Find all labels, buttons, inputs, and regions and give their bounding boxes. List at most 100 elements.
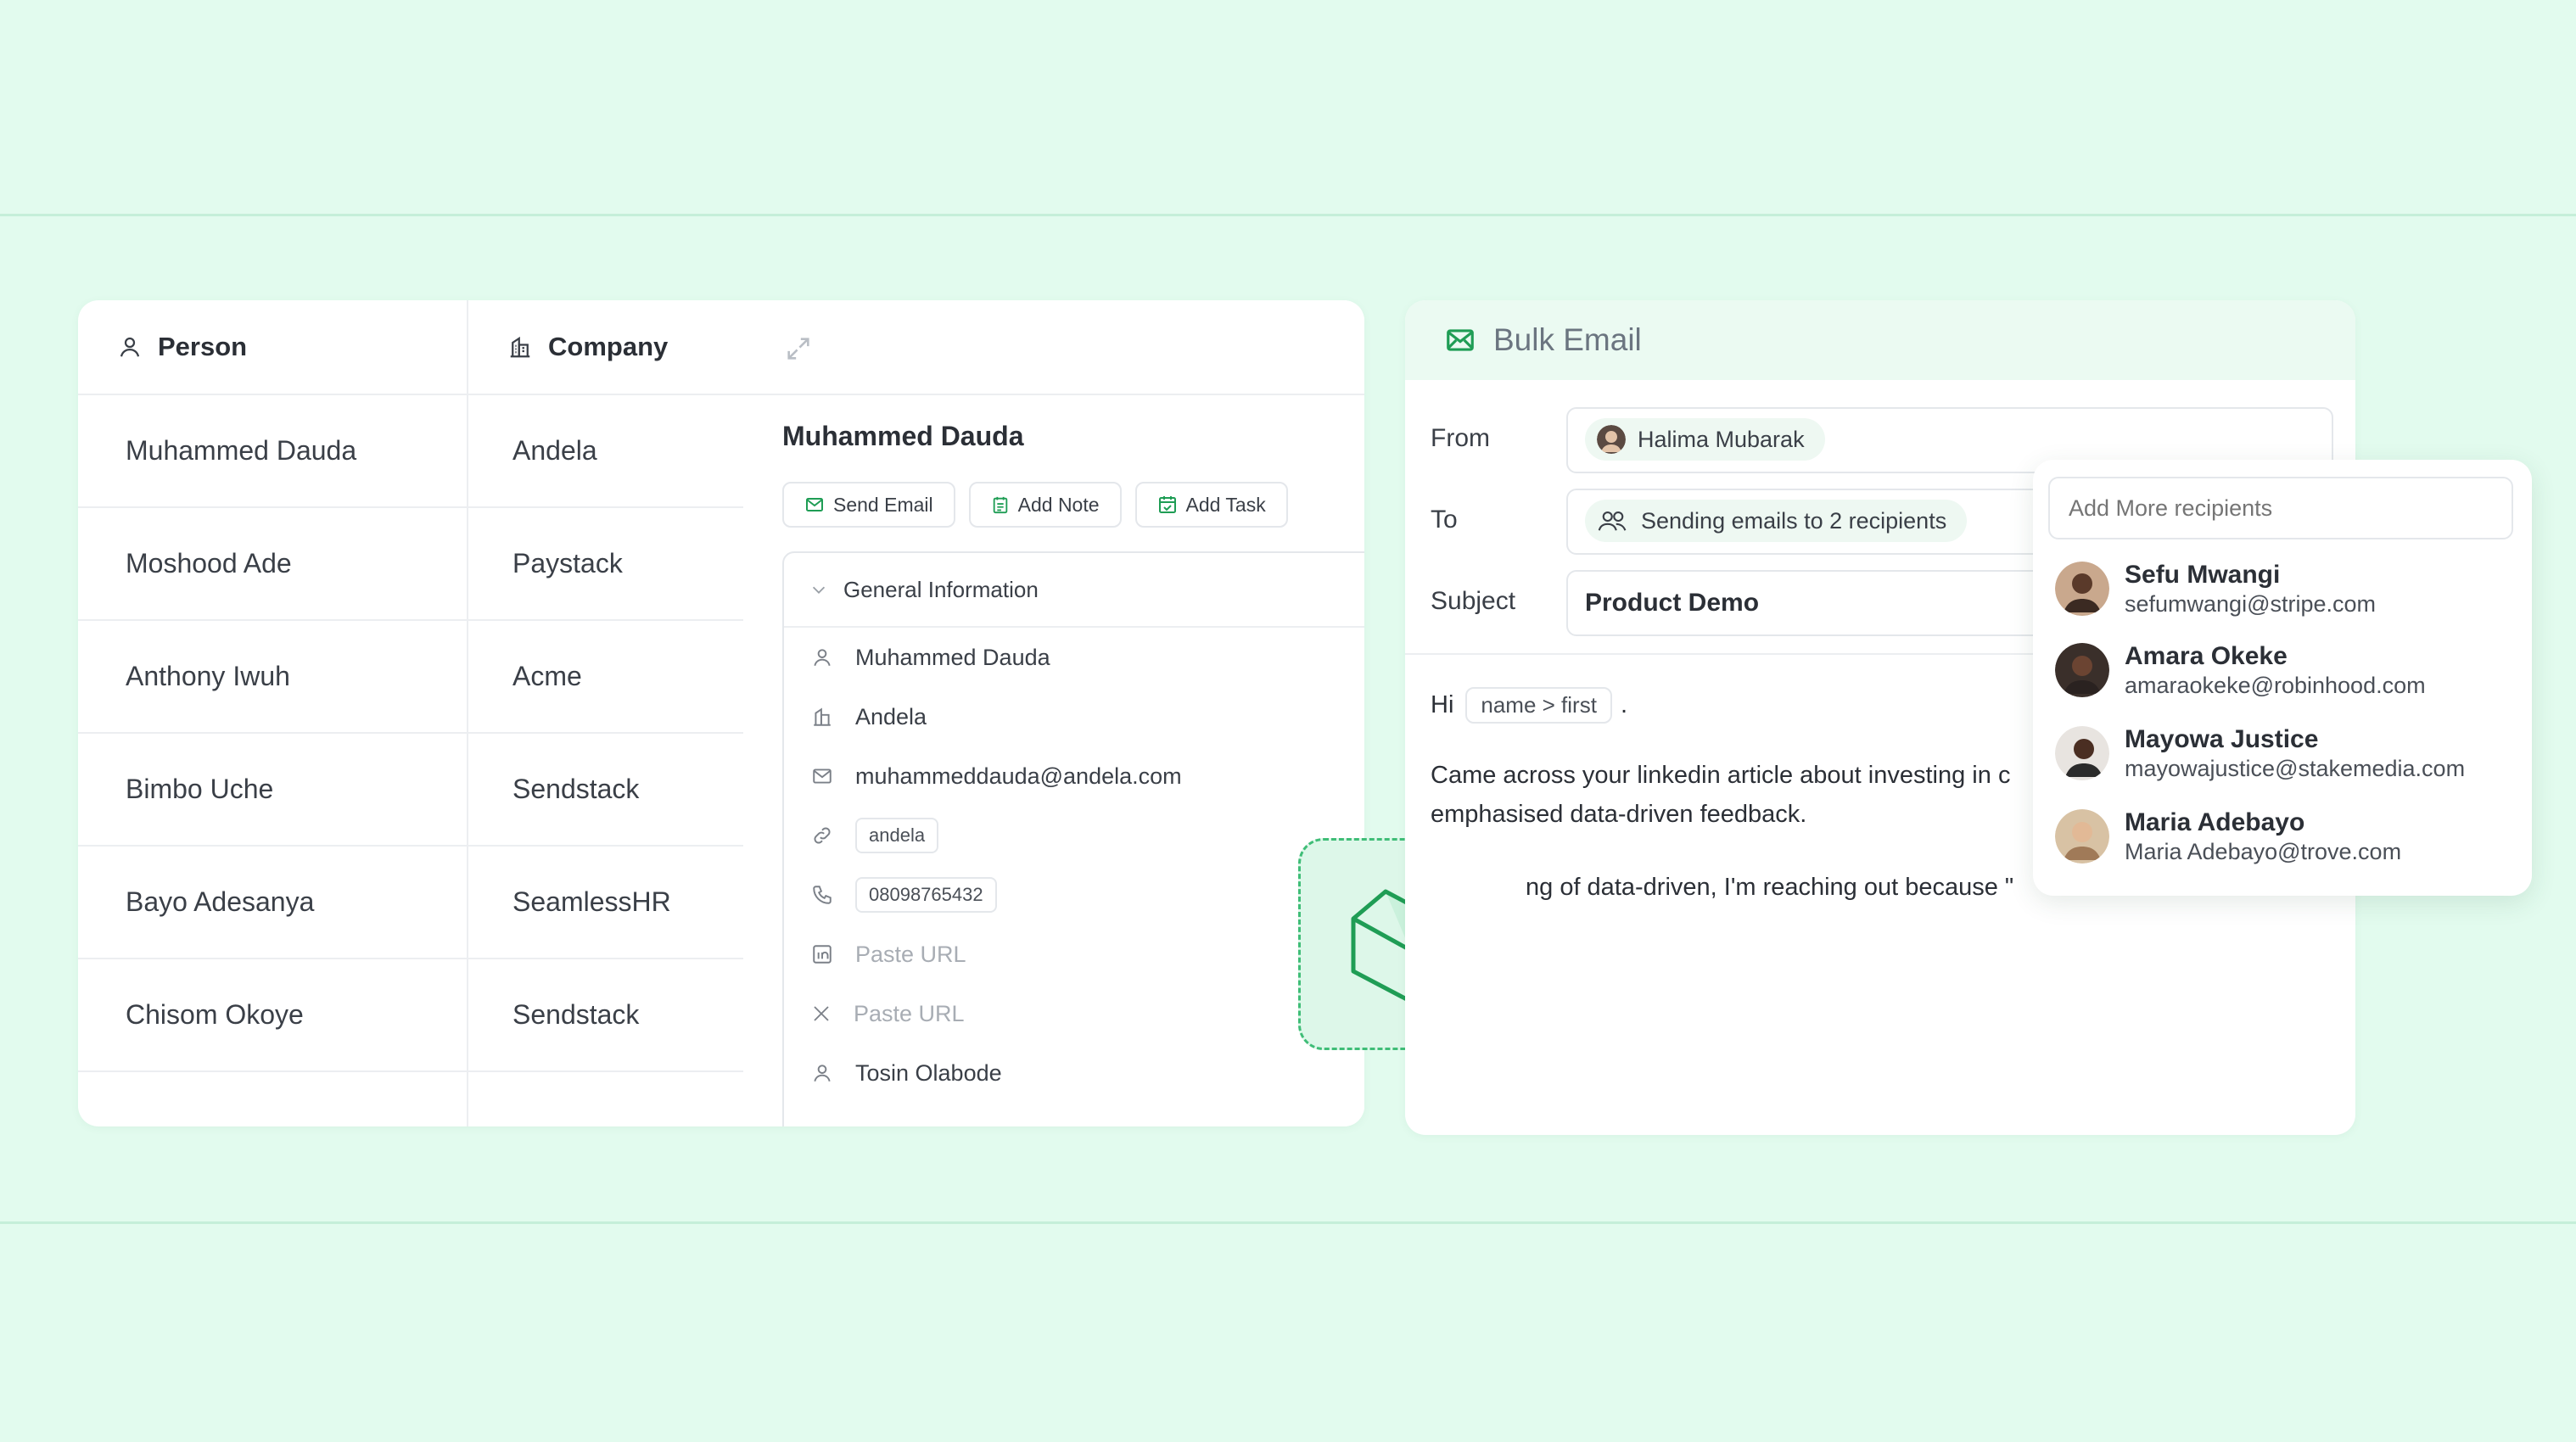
bulk-email-header: Bulk Email: [1405, 300, 2355, 380]
email-body-greeting-line[interactable]: Hi name > first.: [1431, 687, 1627, 724]
table-row-company[interactable]: Sendstack: [468, 959, 743, 1072]
recipient-name: Maria Adebayo: [2125, 808, 2305, 836]
email-body-line-1[interactable]: Came across your linkedin article about …: [1431, 762, 2010, 790]
avatar: [2055, 809, 2109, 864]
recipient-name: Amara Okeke: [2125, 641, 2288, 670]
person-header-label: Person: [158, 332, 248, 361]
add-task-label: Add Task: [1185, 493, 1266, 516]
person-cell: Anthony Iwuh: [126, 661, 290, 691]
table-row-person[interactable]: Bayo Adesanya: [78, 847, 467, 959]
table-row-person[interactable]: Chisom Okoye: [78, 959, 467, 1072]
field-phone-value: 08098765432: [855, 877, 997, 913]
field-owner[interactable]: Tosin Olabode: [784, 1043, 1364, 1103]
recipient-name: Mayowa Justice: [2125, 724, 2319, 753]
table-row-company[interactable]: Andela: [468, 395, 743, 508]
contacts-table-card: Person Muhammed Dauda Moshood Ade Anthon…: [78, 300, 1364, 1126]
add-task-button[interactable]: Add Task: [1134, 482, 1288, 528]
field-name-value: Muhammed Dauda: [855, 644, 1050, 670]
subject-value: Product Demo: [1585, 589, 1760, 617]
recipient-email: mayowajustice@stakemedia.com: [2125, 755, 2466, 781]
mail-icon: [806, 498, 823, 511]
field-linkedin[interactable]: Paste URL: [784, 925, 1364, 984]
add-recipients-dropdown: Sefu Mwangi sefumwangi@stripe.com Amara …: [2033, 460, 2532, 896]
company-cell: SeamlessHR: [512, 886, 671, 917]
greeting-end: .: [1620, 691, 1628, 718]
person-cell: Bimbo Uche: [126, 774, 274, 804]
avatar: [1597, 425, 1626, 454]
recipient-email: Maria Adebayo@trove.com: [2125, 838, 2402, 864]
subject-label: Subject: [1431, 587, 1516, 615]
contact-detail-panel: Muhammed Dauda Send Email Add Note Add T…: [743, 300, 1364, 1126]
contact-name-title: Muhammed Dauda: [782, 421, 1024, 451]
table-row-person[interactable]: Muhammed Dauda: [78, 395, 467, 508]
add-note-label: Add Note: [1017, 493, 1100, 516]
person-cell: Moshood Ade: [126, 548, 292, 578]
from-label: From: [1431, 424, 1490, 452]
users-icon: [1598, 511, 1627, 531]
company-cell: Sendstack: [512, 999, 640, 1030]
email-body-line-2[interactable]: emphasised data-driven feedback.: [1431, 801, 1806, 829]
from-sender-chip[interactable]: Halima Mubarak: [1585, 418, 1825, 461]
bottom-divider-line: [0, 1221, 2576, 1224]
avatar: [2055, 562, 2109, 616]
recipients-chip[interactable]: Sending emails to 2 recipients: [1585, 500, 1968, 542]
expand-icon[interactable]: [784, 334, 813, 363]
general-information-section: General Information Muhammed Dauda Andel…: [782, 551, 1364, 1126]
greeting-text: Hi: [1431, 691, 1454, 718]
company-column-header[interactable]: Company: [468, 300, 743, 395]
to-label: To: [1431, 506, 1458, 534]
field-name[interactable]: Muhammed Dauda: [784, 628, 1364, 687]
company-column: Company Andela Paystack Acme Sendstack S…: [468, 300, 743, 1126]
person-cell: Chisom Okoye: [126, 999, 304, 1030]
person-column-header[interactable]: Person: [78, 300, 467, 395]
chevron-down-icon: [812, 586, 826, 594]
recipient-email: amaraokeke@robinhood.com: [2125, 672, 2426, 698]
table-row-person[interactable]: Bimbo Uche: [78, 734, 467, 847]
table-row-person[interactable]: Moshood Ade: [78, 508, 467, 621]
linkedin-icon: [813, 945, 832, 964]
field-phone[interactable]: 08098765432: [784, 865, 1364, 925]
email-body-line-3[interactable]: ng of data-driven, I'm reaching out beca…: [1526, 874, 2013, 902]
person-icon: [120, 337, 140, 357]
company-header-label: Company: [548, 332, 669, 361]
table-row-company[interactable]: Acme: [468, 621, 743, 734]
building-icon: [814, 707, 831, 726]
general-information-header[interactable]: General Information: [784, 553, 1364, 628]
table-row-company[interactable]: Sendstack: [468, 734, 743, 847]
recipient-option[interactable]: Amara Okeke amaraokeke@robinhood.com: [2055, 634, 2426, 706]
recipients-summary: Sending emails to 2 recipients: [1641, 507, 1947, 534]
x-logo-icon: [814, 1006, 829, 1021]
company-cell: Sendstack: [512, 774, 640, 804]
table-row-company[interactable]: Paystack: [468, 508, 743, 621]
person-cell: Muhammed Dauda: [126, 435, 357, 466]
name-variable-chip[interactable]: name > first: [1465, 687, 1612, 724]
recipient-option[interactable]: Maria Adebayo Maria Adebayo@trove.com: [2055, 801, 2401, 872]
field-email-value: muhammeddauda@andela.com: [855, 763, 1182, 789]
table-row-person[interactable]: Anthony Iwuh: [78, 621, 467, 734]
field-linkedin-placeholder: Paste URL: [855, 941, 966, 967]
phone-icon: [813, 886, 832, 904]
send-email-button[interactable]: Send Email: [782, 482, 955, 528]
add-recipients-input[interactable]: [2048, 477, 2513, 539]
link-icon: [814, 827, 831, 844]
mail-icon: [813, 769, 832, 784]
add-note-button[interactable]: Add Note: [968, 482, 1122, 528]
field-x[interactable]: Paste URL: [784, 984, 1364, 1043]
top-divider-line: [0, 214, 2576, 216]
recipient-option[interactable]: Sefu Mwangi sefumwangi@stripe.com: [2055, 553, 2376, 624]
mail-icon: [1447, 329, 1474, 351]
detail-panel-toolbar: [743, 300, 1364, 395]
field-company[interactable]: Andela: [784, 687, 1364, 746]
recipient-email: sefumwangi@stripe.com: [2125, 590, 2377, 617]
field-email[interactable]: muhammeddauda@andela.com: [784, 746, 1364, 806]
table-row-company[interactable]: SeamlessHR: [468, 847, 743, 959]
company-cell: Acme: [512, 661, 582, 691]
field-website[interactable]: andela: [784, 806, 1364, 865]
field-owner-value: Tosin Olabode: [855, 1059, 1002, 1086]
person-icon: [814, 1065, 831, 1082]
field-company-value: Andela: [855, 703, 927, 729]
person-cell: Bayo Adesanya: [126, 886, 315, 917]
recipient-option[interactable]: Mayowa Justice mayowajustice@stakemedia.…: [2055, 718, 2465, 789]
company-cell: Paystack: [512, 548, 623, 578]
building-icon: [510, 336, 530, 358]
